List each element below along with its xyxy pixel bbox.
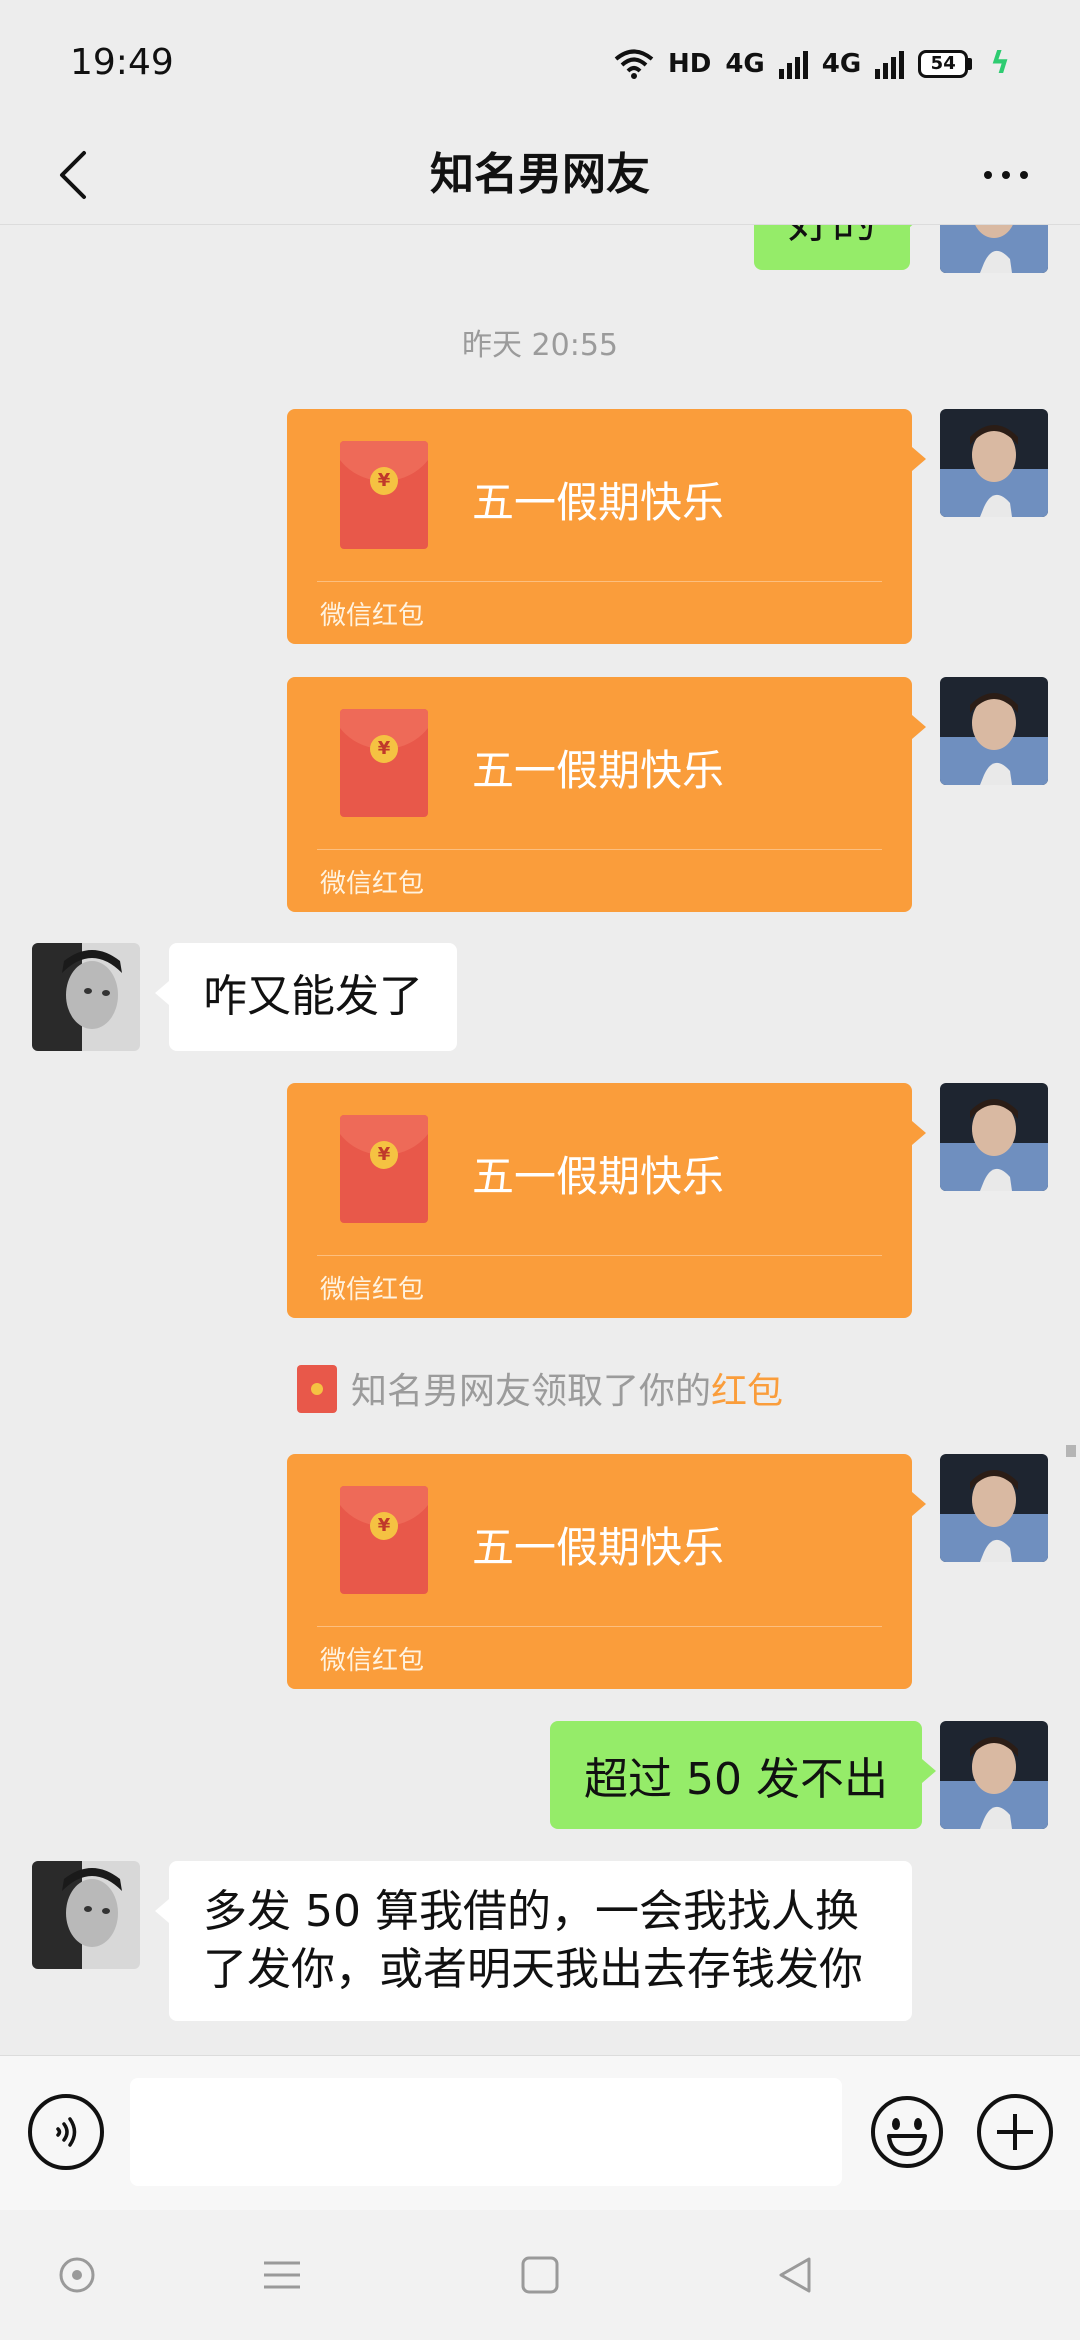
plus-button[interactable] [977,2094,1053,2170]
red-packet-greeting: 五一假期快乐 [472,746,725,795]
user-photo-icon [940,677,1048,785]
avatar-self[interactable] [940,225,1048,273]
red-packet-greeting: 五一假期快乐 [472,1152,725,1201]
title-bar: 知名男网友 [0,125,1080,225]
message-text: 超过 50 发不出 [584,1754,888,1805]
square-icon [521,2256,559,2294]
emoji-icon [871,2096,943,2168]
divider [317,849,882,850]
plus-icon [997,2114,1033,2150]
back-nav-button[interactable] [765,2245,825,2305]
chat-area[interactable]: 好的 昨天 20:55 ¥ 五一假期快乐 微信红包 ¥ 五一假期快乐 微信红包 [0,225,1080,2055]
chat-title: 知名男网友 [430,149,650,200]
red-packet-icon [296,1365,337,1413]
timestamp: 昨天 20:55 [462,328,618,363]
chevron-left-icon [60,151,86,199]
sim1-network: 4G [725,48,765,79]
scrollbar[interactable] [1066,1445,1076,1457]
system-notice: 知名男网友领取了你的红包 [0,1362,1080,1414]
avatar-contact[interactable] [32,1861,140,1969]
red-packet-greeting: 五一假期快乐 [472,478,725,527]
message-text-line: 多发 50 算我借的，一会我找人换 [203,1886,859,1937]
red-packet-icon: ¥ [340,1486,428,1594]
battery-level: 54 [918,49,969,78]
red-packet-message[interactable]: ¥ 五一假期快乐 微信红包 [287,1083,926,1318]
charging-icon: ϟ [990,46,1010,81]
message-bubble-self[interactable]: 超过 50 发不出 [550,1721,936,1829]
notice-text: 知名男网友领取了你的 [350,1371,711,1412]
message-text-line: 了发你，或者明天我出去存钱发你 [203,1944,863,1995]
red-packet-label: 微信红包 [320,601,425,631]
user-photo-icon [940,1083,1048,1191]
user-photo-icon [32,943,140,1051]
signal-bars-icon [875,49,905,79]
menu-button[interactable] [252,2245,312,2305]
message-input[interactable] [130,2078,842,2186]
red-packet-label: 微信红包 [320,1275,425,1305]
hd-indicator: HD [667,48,712,79]
message-bubble-contact[interactable]: 咋又能发了 [155,943,457,1051]
avatar-self[interactable] [940,1454,1048,1562]
red-packet-icon: ¥ [340,709,428,817]
battery-icon: 54 [918,49,976,78]
more-dots-icon [984,171,1028,179]
avatar-contact[interactable] [32,943,140,1051]
emoji-button[interactable] [869,2094,945,2170]
back-button[interactable] [34,135,114,215]
menu-icon [264,2261,300,2289]
red-packet-greeting: 五一假期快乐 [472,1523,725,1572]
status-bar: 19:49 HD 4G 4G 54 ϟ [0,0,1080,125]
triangle-back-icon [779,2257,811,2293]
voice-button[interactable] [28,2094,104,2170]
avatar-self[interactable] [940,1721,1048,1829]
signal-bars-icon [778,49,808,79]
red-packet-icon: ¥ [340,441,428,549]
user-photo-icon [940,409,1048,517]
system-nav-bar [0,2210,1080,2340]
user-photo-icon [32,1861,140,1969]
input-bar [0,2055,1080,2210]
red-packet-message[interactable]: ¥ 五一假期快乐 微信红包 [287,409,926,644]
circle-dot-icon [59,2257,95,2293]
message-text: 好的 [788,225,876,250]
user-photo-icon [940,225,1048,273]
red-packet-label: 微信红包 [320,869,425,899]
divider [317,1255,882,1256]
status-icons: HD 4G 4G 54 ϟ [614,46,1010,81]
sim2-network: 4G [821,48,862,79]
home-button[interactable] [510,2245,570,2305]
status-time: 19:49 [70,42,174,83]
red-packet-icon: ¥ [340,1115,428,1223]
wifi-icon [614,49,654,79]
avatar-self[interactable] [940,677,1048,785]
message-text: 咋又能发了 [203,971,423,1022]
more-button[interactable] [966,135,1046,215]
message-bubble-contact[interactable]: 多发 50 算我借的，一会我找人换 了发你，或者明天我出去存钱发你 [155,1861,912,2021]
voice-icon [56,2117,77,2147]
avatar-self[interactable] [940,1083,1048,1191]
user-photo-icon [940,1721,1048,1829]
avatar-self[interactable] [940,409,1048,517]
divider [317,1626,882,1627]
message-bubble-self[interactable]: 好的 [754,225,924,270]
red-packet-message[interactable]: ¥ 五一假期快乐 微信红包 [287,677,926,912]
divider [317,581,882,582]
red-packet-label: 微信红包 [320,1646,425,1676]
user-photo-icon [940,1454,1048,1562]
assistant-button[interactable] [47,2245,107,2305]
red-packet-link[interactable]: 红包 [711,1371,783,1412]
red-packet-message[interactable]: ¥ 五一假期快乐 微信红包 [287,1454,926,1689]
